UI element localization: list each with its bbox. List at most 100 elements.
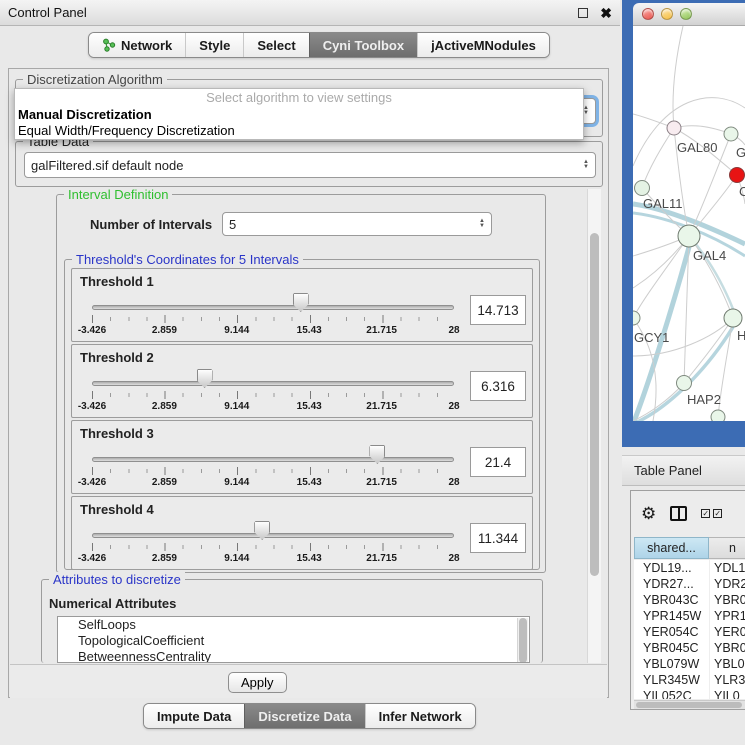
cell[interactable]: YPR145W	[634, 608, 709, 624]
tick-label: 28	[448, 325, 459, 336]
tab-infer-network[interactable]: Infer Network	[365, 704, 475, 728]
column-layout-icon[interactable]	[670, 506, 687, 521]
threshold-3-slider[interactable]	[92, 457, 454, 462]
edge[interactable]	[673, 26, 683, 128]
table-row[interactable]: YIL052C YIL0	[634, 688, 745, 699]
column-header-name[interactable]: n	[709, 537, 745, 559]
cell[interactable]: YLR3	[709, 672, 745, 688]
table-data-combobox[interactable]: galFiltered.sif default node ▲▼	[24, 152, 596, 178]
threshold-1-slider-handle[interactable]	[293, 293, 309, 312]
table-row[interactable]: YLR345W YLR3	[634, 672, 745, 688]
cell[interactable]: YIL052C	[634, 688, 709, 699]
threshold-1-value[interactable]: 14.713	[470, 295, 526, 325]
threshold-3-slider-handle[interactable]	[369, 445, 385, 464]
table-row[interactable]: YDL19... YDL1	[634, 560, 745, 576]
table-row[interactable]: YPR145W YPR1	[634, 608, 745, 624]
cell[interactable]: YBR043C	[634, 592, 709, 608]
checkbox-icon[interactable]: ✓	[701, 509, 710, 518]
tab-discretize-data[interactable]: Discretize Data	[244, 704, 364, 728]
apply-band: Apply	[10, 664, 607, 698]
gear-icon[interactable]: ⚙	[641, 504, 656, 524]
cell[interactable]: YBL0	[709, 656, 745, 672]
tab-network-label: Network	[121, 38, 172, 53]
node-gal80[interactable]	[667, 121, 681, 135]
cell[interactable]: YER0	[709, 624, 745, 640]
tab-style-label: Style	[199, 38, 230, 53]
list-item[interactable]: BetweennessCentrality	[58, 649, 529, 663]
edge[interactable]	[689, 236, 733, 309]
checkbox-icon[interactable]: ✓	[713, 509, 722, 518]
cell[interactable]: YBR0	[709, 640, 745, 656]
tab-style[interactable]: Style	[185, 33, 243, 57]
cell[interactable]: YLR345W	[634, 672, 709, 688]
threshold-4-slider[interactable]	[92, 533, 454, 538]
network-canvas[interactable]: GAL80 GA C GAL11 GAL4 GCY1 H HAP2	[633, 26, 745, 421]
network-window: GAL80 GA C GAL11 GAL4 GCY1 H HAP2	[622, 0, 745, 447]
node-hap2[interactable]	[677, 376, 692, 391]
close-icon[interactable]: ✖	[600, 8, 612, 18]
node-label: HAP2	[687, 392, 721, 407]
node-red-selected[interactable]	[730, 168, 745, 183]
node-label: GAL11	[643, 196, 683, 211]
tick-label: 9.144	[224, 553, 249, 564]
node-partial[interactable]	[711, 410, 725, 421]
content-scrollbar[interactable]	[587, 189, 601, 663]
cell[interactable]: YDL1	[709, 560, 745, 576]
threshold-1-slider[interactable]	[92, 305, 454, 310]
tick-label: 21.715	[366, 325, 397, 336]
cell[interactable]: YDL19...	[634, 560, 709, 576]
zoom-traffic-light[interactable]	[680, 8, 692, 20]
tick-label: 9.144	[224, 325, 249, 336]
apply-button[interactable]: Apply	[228, 672, 287, 693]
list-item[interactable]: SelfLoops	[58, 617, 529, 633]
close-traffic-light[interactable]	[642, 8, 654, 20]
bottom-tabbar: Impute Data Discretize Data Infer Networ…	[143, 703, 476, 729]
threshold-4-value[interactable]: 11.344	[470, 523, 526, 553]
list-item[interactable]: TopologicalCoefficient	[58, 633, 529, 649]
table-row[interactable]: YDR27... YDR2	[634, 576, 745, 592]
cell[interactable]: YPR1	[709, 608, 745, 624]
table-header-row: shared... n	[634, 537, 745, 559]
minimize-traffic-light[interactable]	[661, 8, 673, 20]
content-scrollbar-thumb[interactable]	[590, 233, 599, 576]
number-of-intervals-combobox[interactable]: 5 ▲▼	[222, 212, 492, 236]
node-gal11[interactable]	[635, 181, 650, 196]
attributes-group: Attributes to discretize Numerical Attri…	[41, 579, 543, 663]
table-horizontal-scrollbar[interactable]	[634, 700, 745, 709]
discretization-algorithm-label: Discretization Algorithm	[23, 72, 167, 87]
float-window-icon[interactable]	[578, 8, 588, 18]
threshold-2-value[interactable]: 6.316	[470, 371, 526, 401]
threshold-2-slider-handle[interactable]	[197, 369, 213, 388]
node-ga[interactable]	[724, 127, 738, 141]
cell[interactable]: YER054C	[634, 624, 709, 640]
table-row[interactable]: YER054C YER0	[634, 624, 745, 640]
threshold-2-slider[interactable]	[92, 381, 454, 386]
list-scrollbar[interactable]	[517, 618, 528, 663]
table-row[interactable]: YBL079W YBL0	[634, 656, 745, 672]
tab-network[interactable]: Network	[89, 33, 185, 57]
table-row[interactable]: YBR045C YBR0	[634, 640, 745, 656]
table-row[interactable]: YBR043C YBR0	[634, 592, 745, 608]
popup-item-equal-width-frequency[interactable]: Equal Width/Frequency Discretization	[15, 123, 583, 139]
cell[interactable]: YBL079W	[634, 656, 709, 672]
cell[interactable]: YBR045C	[634, 640, 709, 656]
tab-impute-data[interactable]: Impute Data	[144, 704, 244, 728]
node-gcy1[interactable]	[633, 311, 640, 325]
cell[interactable]: YDR27...	[634, 576, 709, 592]
table-panel-titlebar: Table Panel	[622, 455, 745, 486]
cell[interactable]: YBR0	[709, 592, 745, 608]
tab-jactivemnodules[interactable]: jActiveMNodules	[417, 33, 549, 57]
table-horizontal-scrollbar-thumb[interactable]	[636, 702, 742, 708]
edge[interactable]	[642, 128, 674, 188]
node-gal4[interactable]	[678, 225, 700, 247]
threshold-4-slider-handle[interactable]	[254, 521, 270, 540]
column-header-shared[interactable]: shared...	[634, 537, 709, 559]
tab-select[interactable]: Select	[243, 33, 308, 57]
cell[interactable]: YDR2	[709, 576, 745, 592]
tab-cyni-toolbox[interactable]: Cyni Toolbox	[309, 33, 417, 57]
node-h[interactable]	[724, 309, 742, 327]
cell[interactable]: YIL0	[709, 688, 745, 699]
threshold-3-value[interactable]: 21.4	[470, 447, 526, 477]
popup-item-manual-discretization[interactable]: Manual Discretization	[15, 107, 583, 123]
edge[interactable]	[684, 318, 733, 383]
